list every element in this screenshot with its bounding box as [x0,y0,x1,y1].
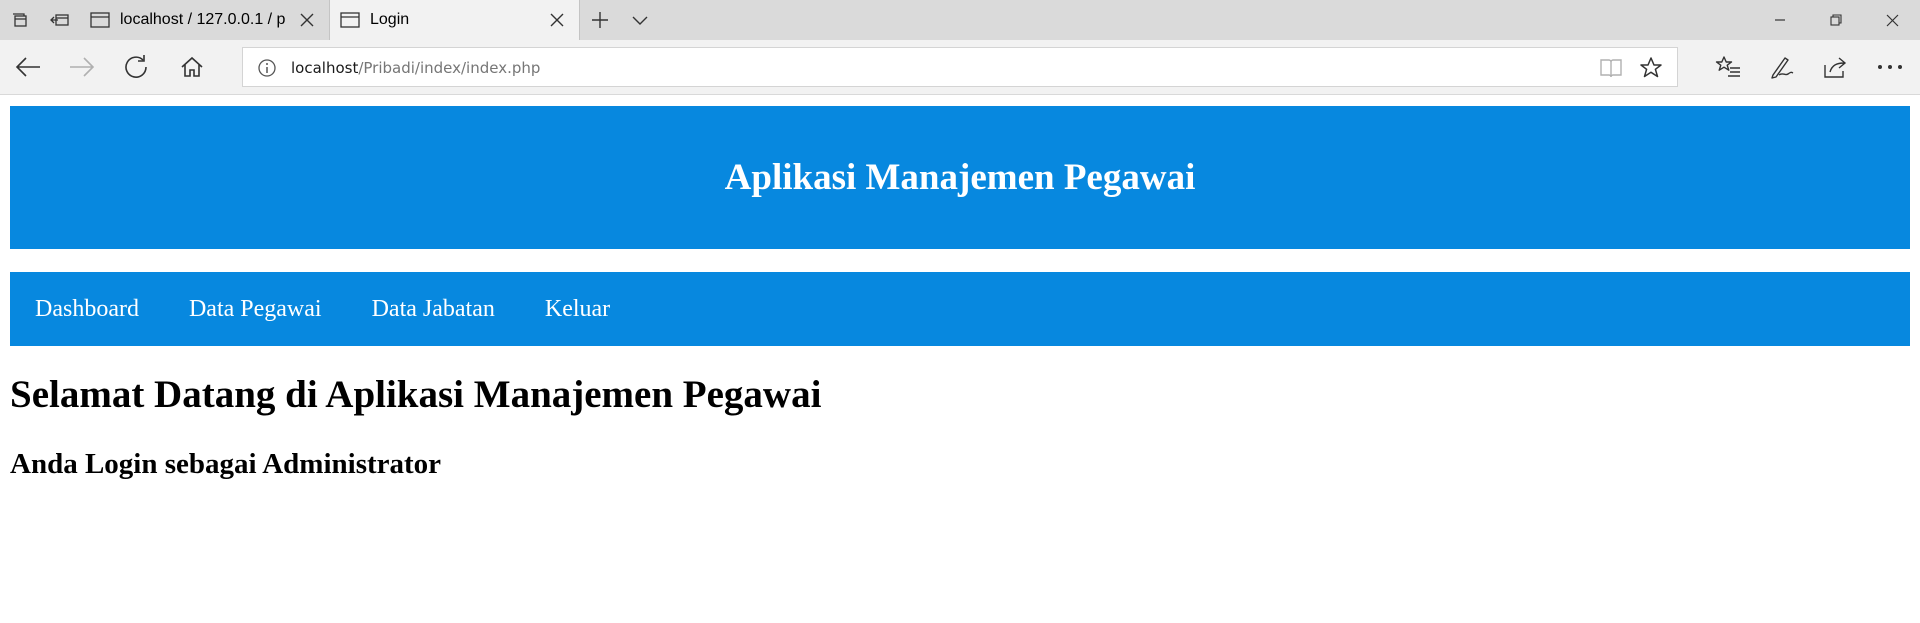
new-tab-icon [592,12,608,28]
role-heading: Anda Login sebagai Administrator [10,448,442,480]
tab-preview-icon [632,16,648,25]
page-icon [90,12,110,28]
forward-button[interactable] [62,47,102,87]
refresh-button[interactable] [116,47,156,87]
more-icon [1878,65,1902,69]
close-icon [1886,14,1898,26]
share-icon [1824,57,1847,78]
back-icon [15,57,40,77]
menu-item-keluar[interactable]: Keluar [545,296,610,323]
restore-button[interactable] [1808,0,1864,40]
tab-login[interactable]: Login [330,0,580,40]
tab-close-button[interactable] [295,8,319,32]
url-host: localhost [291,59,359,77]
tab-set-aside-icon [13,13,27,27]
tab-preview-button[interactable] [620,0,660,40]
favorite-star-icon[interactable] [1639,56,1663,80]
welcome-heading: Selamat Datang di Aplikasi Manajemen Peg… [10,373,822,416]
tab-set-aside-button[interactable] [0,0,40,40]
menu-item-dashboard[interactable]: Dashboard [35,296,139,323]
close-icon [300,13,314,27]
page-icon [340,12,360,28]
url-path: /Pribadi/index/index.php [358,59,541,77]
tab-title: localhost / 127.0.0.1 / p [120,11,286,28]
browser-tab-bar: localhost / 127.0.0.1 / p Login [0,0,1920,40]
app-header: Aplikasi Manajemen Pegawai [10,106,1910,249]
browser-toolbar: localhost/Pribadi/index/index.php [0,40,1920,95]
tabs-aside-button[interactable] [40,0,80,40]
tab-localhost[interactable]: localhost / 127.0.0.1 / p [80,0,330,40]
more-button[interactable] [1870,47,1910,87]
info-icon[interactable] [257,58,277,78]
pen-icon [1771,57,1794,79]
address-bar[interactable]: localhost/Pribadi/index/index.php [242,47,1678,87]
main-menu: Dashboard Data Pegawai Data Jabatan Kelu… [10,272,1910,346]
menu-item-data-jabatan[interactable]: Data Jabatan [372,296,495,323]
web-note-button[interactable] [1762,47,1802,87]
minimize-button[interactable] [1752,0,1808,40]
page-content: Aplikasi Manajemen Pegawai Dashboard Dat… [0,96,1920,623]
url-text[interactable]: localhost/Pribadi/index/index.php [291,58,540,78]
tab-title: Login [370,11,410,28]
restore-icon [1830,14,1842,26]
reading-view-icon[interactable] [1599,57,1623,79]
share-button[interactable] [1816,47,1856,87]
close-icon [550,13,564,27]
menu-item-data-pegawai[interactable]: Data Pegawai [189,296,322,323]
minimize-icon [1775,19,1785,21]
forward-icon [70,57,95,77]
tab-close-button[interactable] [545,8,569,32]
tabs-aside-icon [50,14,69,26]
window-close-button[interactable] [1864,0,1920,40]
favorites-list-button[interactable] [1708,47,1748,87]
back-button[interactable] [8,47,48,87]
refresh-icon [125,55,147,78]
app-title: Aplikasi Manajemen Pegawai [724,157,1196,198]
home-icon [181,56,203,77]
favorites-list-icon [1715,56,1740,77]
home-button[interactable] [172,47,212,87]
new-tab-button[interactable] [580,0,620,40]
